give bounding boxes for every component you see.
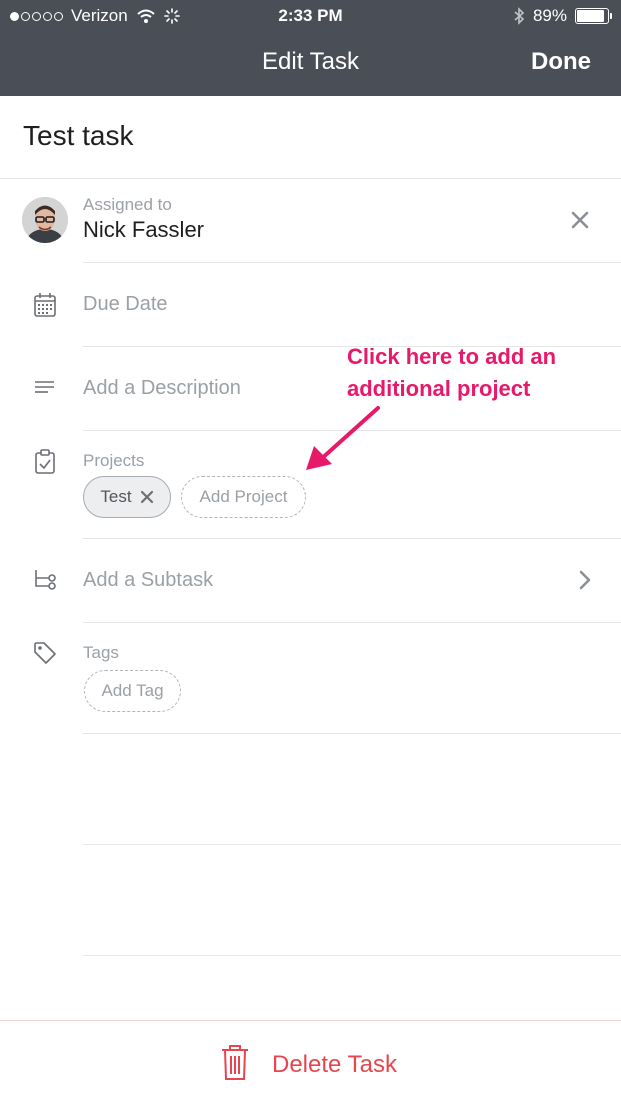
due-date-field[interactable]: Due Date (83, 293, 168, 316)
divider (83, 262, 621, 263)
add-subtask-field[interactable]: Add a Subtask (83, 569, 213, 592)
assignee-name[interactable]: Nick Fassler (83, 217, 204, 243)
description-lines-icon (35, 381, 54, 393)
divider (83, 955, 621, 956)
divider (83, 622, 621, 623)
task-name-field[interactable]: Test task (23, 120, 133, 152)
annotation-callout: Click here to add an additional project (347, 341, 556, 405)
annotation-line-1: Click here to add an (347, 344, 557, 369)
bluetooth-icon (514, 7, 525, 25)
tag-icon (34, 642, 56, 664)
calendar-icon (34, 293, 56, 317)
battery-percent: 89% (532, 6, 567, 25)
navigation-bar: Verizon 2:33 PM 89% Edit Task Done (0, 0, 621, 96)
add-tag-button[interactable]: Add Tag (84, 670, 181, 712)
tags-label: Tags (83, 643, 119, 662)
assigned-to-label: Assigned to (83, 195, 172, 214)
delete-task-label: Delete Task (272, 1051, 397, 1078)
remove-project-icon[interactable] (140, 490, 154, 504)
divider (0, 178, 621, 179)
remove-assignee-icon[interactable] (568, 208, 592, 232)
avatar[interactable] (22, 197, 68, 243)
clipboard-check-icon (35, 449, 55, 474)
battery-level-fill (577, 10, 604, 22)
battery-icon (575, 8, 612, 24)
status-right: 89% (513, 6, 612, 26)
subtask-icon (35, 570, 56, 590)
project-chip[interactable]: Test (83, 476, 171, 518)
project-chip-label: Test (100, 487, 132, 506)
projects-label: Projects (83, 451, 145, 470)
page-title: Edit Task (262, 48, 359, 75)
delete-task-button[interactable]: Delete Task (0, 1020, 621, 1104)
status-bar: Verizon 2:33 PM 89% (0, 0, 621, 32)
add-project-button[interactable]: Add Project (181, 476, 306, 518)
divider (83, 538, 621, 539)
description-field[interactable]: Add a Description (83, 377, 241, 400)
divider (83, 844, 621, 845)
annotation-arrow-icon (306, 406, 380, 470)
trash-icon (222, 1045, 248, 1080)
done-button[interactable]: Done (531, 48, 591, 76)
divider (83, 733, 621, 734)
avatar-image (22, 197, 68, 243)
chevron-right-icon[interactable] (578, 570, 592, 590)
